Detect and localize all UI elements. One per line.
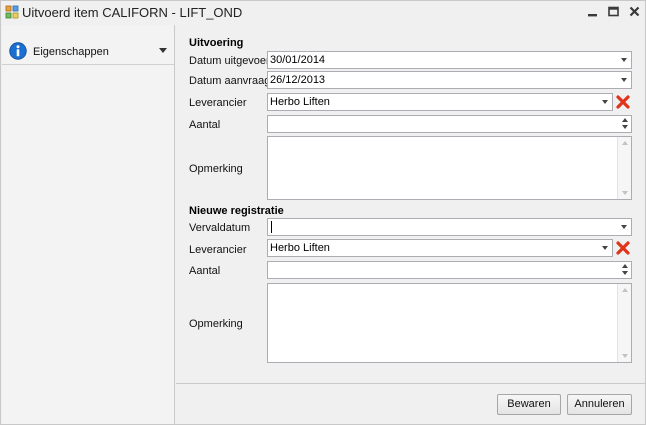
- leverancier-label-2: Leverancier: [189, 244, 247, 256]
- aantal-spinner-2[interactable]: [267, 261, 632, 279]
- clear-icon[interactable]: [615, 94, 631, 110]
- properties-panel: Eigenschappen: [2, 25, 175, 424]
- accordion-label: Eigenschappen: [33, 46, 109, 58]
- dropdown-arrow-icon[interactable]: [598, 240, 612, 256]
- chevron-down-icon[interactable]: [158, 47, 168, 55]
- scrollbar[interactable]: [617, 284, 631, 362]
- datum-uitgevoerd-field[interactable]: 30/01/2014: [267, 51, 632, 69]
- datum-aanvraag-label: Datum aanvraag: [189, 75, 271, 87]
- maximize-icon[interactable]: [606, 4, 622, 20]
- dropdown-arrow-icon[interactable]: [617, 52, 631, 68]
- aantal-label-2: Aantal: [189, 265, 221, 277]
- eigenschappen-accordion-header[interactable]: Eigenschappen: [2, 39, 174, 65]
- datum-uitgevoerd-value: 30/01/2014: [270, 54, 326, 66]
- window-title: Uitvoerd item CALIFORN - LIFT_OND: [22, 5, 243, 20]
- leverancier-field[interactable]: Herbo Liften: [267, 93, 613, 111]
- scrollbar[interactable]: [617, 137, 631, 199]
- form-panel: Uitvoering Datum uitgevoerd 30/01/2014 D…: [176, 25, 645, 383]
- info-icon: [9, 42, 27, 60]
- text-caret: [271, 221, 272, 233]
- button-bar: Bewaren Annuleren: [176, 383, 645, 424]
- clear-icon[interactable]: [615, 240, 631, 256]
- opmerking-textarea-2[interactable]: [267, 283, 632, 363]
- minimize-icon[interactable]: [585, 4, 601, 20]
- dropdown-arrow-icon[interactable]: [598, 94, 612, 110]
- leverancier-label: Leverancier: [189, 97, 247, 109]
- vervaldatum-field[interactable]: [267, 218, 632, 236]
- datum-uitgevoerd-label: Datum uitgevoerd: [189, 55, 276, 67]
- vervaldatum-label: Vervaldatum: [189, 222, 251, 234]
- dropdown-arrow-icon[interactable]: [617, 219, 631, 235]
- section-title-nieuwe-registratie: Nieuwe registratie: [189, 205, 284, 217]
- leverancier-value-2: Herbo Liften: [270, 242, 330, 254]
- dropdown-arrow-icon[interactable]: [617, 72, 631, 88]
- datum-aanvraag-value: 26/12/2013: [270, 74, 326, 86]
- cancel-button[interactable]: Annuleren: [567, 394, 632, 415]
- dialog-window: Uitvoerd item CALIFORN - LIFT_OND Eigens…: [0, 0, 646, 425]
- leverancier-value: Herbo Liften: [270, 96, 330, 108]
- spinner-arrows-icon[interactable]: [619, 262, 631, 278]
- app-icon: [5, 5, 19, 19]
- opmerking-label: Opmerking: [189, 163, 243, 175]
- datum-aanvraag-field[interactable]: 26/12/2013: [267, 71, 632, 89]
- leverancier-field-2[interactable]: Herbo Liften: [267, 239, 613, 257]
- spinner-arrows-icon[interactable]: [619, 116, 631, 132]
- close-icon[interactable]: [627, 4, 643, 20]
- aantal-label: Aantal: [189, 119, 221, 131]
- aantal-spinner[interactable]: [267, 115, 632, 133]
- title-bar: Uitvoerd item CALIFORN - LIFT_OND: [1, 1, 645, 24]
- section-title-uitvoering: Uitvoering: [189, 37, 244, 49]
- opmerking-label-2: Opmerking: [189, 318, 243, 330]
- opmerking-textarea[interactable]: [267, 136, 632, 200]
- save-button[interactable]: Bewaren: [497, 394, 561, 415]
